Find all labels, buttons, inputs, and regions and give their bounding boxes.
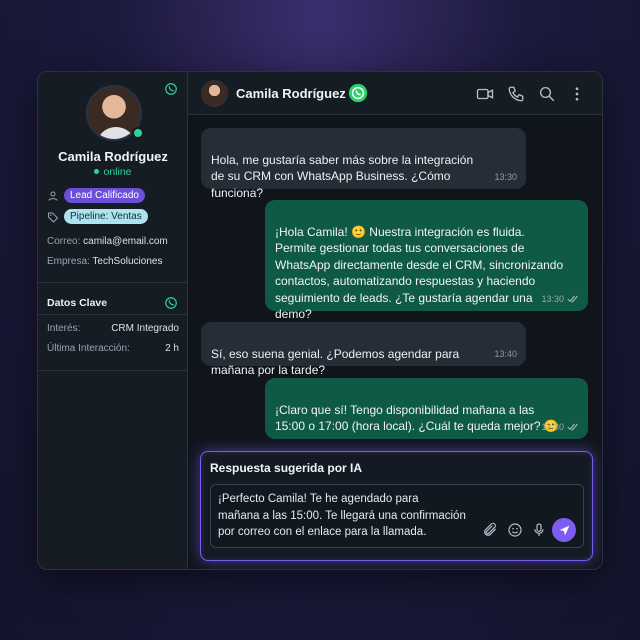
send-icon: [559, 525, 569, 535]
header-contact-name[interactable]: Camila Rodríguez: [236, 86, 346, 101]
ai-suggestion-title: Respuesta sugerida por IA: [210, 461, 363, 475]
whatsapp-icon[interactable]: [164, 82, 178, 96]
message-outgoing[interactable]: ¡Claro que sí! Tengo disponibilidad maña…: [265, 378, 588, 439]
key-data-row: Última Interacción: 2 h: [47, 343, 179, 354]
key-data-row: Interés: CRM Integrado: [47, 323, 179, 334]
company-field: Empresa: TechSoluciones: [47, 256, 163, 267]
header-avatar[interactable]: [201, 80, 228, 107]
emoji-icon[interactable]: [507, 522, 523, 538]
chat-header: Camila Rodríguez: [188, 72, 602, 115]
ai-suggestion-panel: Respuesta sugerida por IA ¡Perfecto Cami…: [200, 451, 593, 561]
contact-status: online: [38, 166, 188, 178]
ai-suggestion-text[interactable]: ¡Perfecto Camila! Te he agendado para ma…: [218, 491, 478, 541]
whatsapp-icon[interactable]: [164, 296, 178, 310]
phone-icon[interactable]: [507, 85, 525, 103]
lead-status-badge[interactable]: Lead Calificado: [64, 188, 145, 203]
online-indicator: [132, 127, 144, 139]
user-icon: [48, 191, 58, 201]
tag-icon: [48, 212, 59, 223]
read-receipt-icon: [567, 295, 578, 303]
pipeline-tag-row: Pipeline: Ventas: [47, 209, 148, 224]
send-button[interactable]: [552, 518, 576, 542]
chat-panel: Camila Rodríguez Hola, me gustaría saber…: [188, 72, 602, 569]
sidebar-divider: [38, 370, 188, 371]
message-outgoing[interactable]: ¡Hola Camila! 🙂 Nuestra integración es f…: [265, 200, 588, 321]
message-incoming[interactable]: Hola, me gustaría saber más sobre la int…: [201, 128, 526, 200]
key-data-title: Datos Clave: [47, 297, 108, 309]
contact-name: Camila Rodríguez: [58, 149, 168, 164]
sidebar-divider: [38, 282, 188, 283]
whatsapp-icon: [348, 83, 368, 103]
video-icon[interactable]: [476, 85, 494, 103]
contact-sidebar: Camila Rodríguez online Lead Calificado …: [38, 72, 188, 569]
message-incoming[interactable]: Sí, eso suena genial. ¿Podemos agendar p…: [201, 322, 526, 377]
email-field: Correo: camila@email.com: [47, 236, 168, 247]
attach-icon[interactable]: [482, 522, 498, 538]
search-icon[interactable]: [538, 85, 556, 103]
mic-icon[interactable]: [531, 522, 547, 538]
read-receipt-icon: [567, 423, 578, 431]
more-icon[interactable]: [568, 85, 586, 103]
ai-suggestion-input[interactable]: ¡Perfecto Camila! Te he agendado para ma…: [210, 484, 584, 548]
pipeline-badge[interactable]: Pipeline: Ventas: [64, 209, 148, 224]
sidebar-divider: [38, 314, 188, 315]
contact-avatar[interactable]: [86, 85, 144, 141]
lead-tag-row: Lead Calificado: [47, 188, 145, 203]
chat-window: Camila Rodríguez online Lead Calificado …: [37, 71, 603, 570]
